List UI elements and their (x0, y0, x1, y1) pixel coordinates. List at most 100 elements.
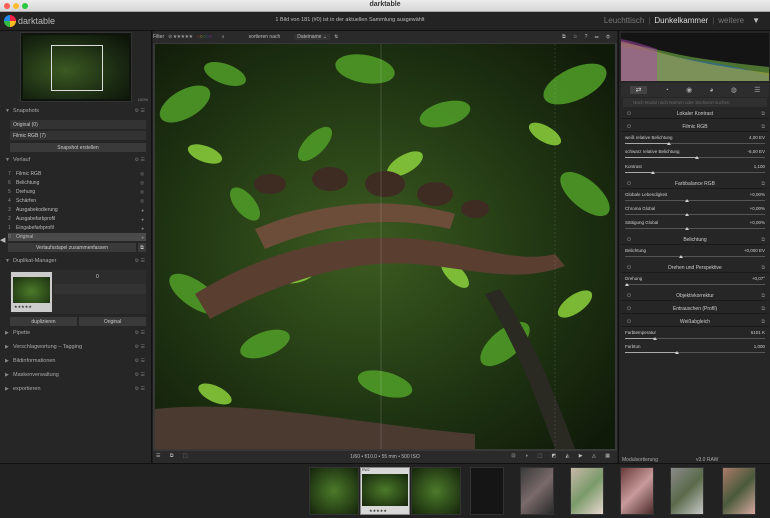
history-item[interactable]: 3 Ausgabekodierung ● (8, 206, 146, 214)
navigation-preview[interactable] (20, 32, 132, 102)
history-item[interactable]: 1 Eingabefarbprofil ● (8, 224, 146, 232)
filmstrip-thumbnail[interactable] (620, 467, 654, 515)
power-icon[interactable]: ⏻ (627, 237, 631, 243)
effects-modules-tab-icon[interactable]: ☰ (754, 86, 760, 94)
history-item[interactable]: 2 Ausgabefarbprofil ● (8, 215, 146, 223)
module-lens-correction[interactable]: ⏻ Objektivkorrektur ⧉ (621, 291, 769, 301)
view-more[interactable]: weitere (718, 16, 744, 25)
active-modules-tab-icon[interactable]: ⇄ (629, 86, 648, 94)
preset-icons[interactable]: ⚙ ☰ (135, 330, 145, 336)
rotation-slider[interactable]: Drehung +0,07° (625, 275, 765, 289)
duplicate-row[interactable]: ★★★★★ 0 (10, 270, 146, 314)
section-export[interactable]: ▶ exportieren ⚙ ☰ (5, 384, 147, 394)
module-rotate-perspective[interactable]: ⏻ Drehen und Perspektive ⧉ (621, 263, 769, 273)
history-item[interactable]: 6 Belichtung ◎ (8, 179, 146, 187)
sort-select[interactable]: Dateiname ⌄ (294, 34, 331, 40)
filmstrip-thumbnail[interactable] (570, 467, 604, 515)
module-exposure[interactable]: ⏻ Belichtung ⧉ (621, 235, 769, 245)
color-modules-tab-icon[interactable]: ◕ (709, 87, 713, 94)
color-filter[interactable]: ○○○○○ (197, 34, 212, 40)
compress-history-button[interactable]: Verlaufsstapel zusammenfassen (8, 243, 136, 252)
presets-icon[interactable]: ⧉ (761, 124, 765, 130)
global-chroma-slider[interactable]: Chroma Global +0,00% (625, 205, 765, 219)
correction-modules-tab-icon[interactable]: ◍ (731, 86, 737, 94)
sort-order-icon[interactable]: ⇅ (334, 34, 338, 40)
snapshot-item[interactable]: Original (0) (10, 120, 146, 129)
module-denoise-profiled[interactable]: ⏻ Entrauschen (Profil) ⧉ (621, 304, 769, 314)
preset-icons[interactable]: ⚙ ☰ (135, 157, 145, 163)
module-local-contrast[interactable]: ⏻ Lokaler Kontrast ⧉ (621, 109, 769, 119)
module-color-balance[interactable]: ⏻ Farbbalance RGB ⧉ (621, 179, 769, 189)
presets-icon[interactable]: ⧉ (761, 306, 765, 312)
presets-icon[interactable]: ⧉ (761, 111, 765, 117)
history-header[interactable]: ▼ Verlauf ⚙ ☰ (5, 155, 147, 165)
navigation-viewport-rect[interactable] (51, 45, 103, 91)
section-mask-manager[interactable]: ▶ Maskenverwaltung ⚙ ☰ (5, 370, 147, 380)
filmstrip-thumbnail[interactable] (309, 467, 359, 515)
power-icon[interactable]: ⏻ (627, 124, 631, 130)
base-modules-tab-icon[interactable]: ◔ (665, 87, 669, 94)
collapse-left-panel-icon[interactable]: ◀ (0, 236, 5, 244)
snapshots-header[interactable]: ▼ Snapshots ⚙ ☰ (5, 106, 147, 116)
search-icon[interactable]: ⌕ (222, 34, 225, 40)
module-order[interactable]: Modulsortierung v3.0 RAW (622, 457, 768, 463)
global-saturation-slider[interactable]: Sättigung Global +0,00% (625, 219, 765, 233)
snapshot-item[interactable]: Filmic RGB (7) (10, 131, 146, 140)
filmstrip-thumbnail[interactable] (470, 467, 504, 515)
histogram[interactable] (621, 33, 769, 81)
global-vibrance-slider[interactable]: Globale Lebendigkeit +0,00% (625, 191, 765, 205)
tint-slider[interactable]: Farbton 1,000 (625, 343, 765, 357)
create-snapshot-button[interactable]: Snapshot erstellen (10, 143, 146, 152)
filmstrip-thumbnail[interactable] (411, 467, 461, 515)
exposure-slider[interactable]: Belichtung +0,000 EV (625, 247, 765, 261)
history-item[interactable]: 7 Filmic RGB ◎ (8, 170, 146, 178)
history-item[interactable]: 4 Schärfen ◎ (8, 197, 146, 205)
preset-icons[interactable]: ⚙ ☰ (135, 372, 145, 378)
tone-modules-tab-icon[interactable]: ◉ (686, 86, 692, 94)
presets-icon[interactable]: ⧉ (761, 293, 765, 299)
white-exposure-slider[interactable]: weiß relative Belichtung 4,00 EV (625, 134, 765, 148)
history-style-icon[interactable]: ⧉ (138, 243, 146, 252)
filmstrip-thumbnail-selected[interactable]: RW2 ★★★★★ (360, 467, 410, 515)
temperature-slider[interactable]: Farbtemperatur 6101 K (625, 329, 765, 343)
presets-icon[interactable]: ⧉ (761, 181, 765, 187)
view-lighttable[interactable]: Leuchttisch (604, 16, 644, 25)
history-item[interactable]: 5 Drehung ◎ (8, 188, 146, 196)
preset-icons[interactable]: ⚙ ☰ (135, 344, 145, 350)
module-search-input[interactable]: Nach Modul nach Namen oder Stichwort suc… (623, 98, 767, 107)
module-white-balance[interactable]: ⏻ Weißabgleich ⧉ (621, 317, 769, 327)
black-exposure-slider[interactable]: schwarz relative Belichtung -6,00 EV (625, 148, 765, 162)
power-icon[interactable]: ⏻ (627, 293, 631, 299)
duplicates-header[interactable]: ▼ Duplikat-Manager ⚙ ☰ (5, 256, 147, 266)
duplicate-thumbnail[interactable]: ★★★★★ (11, 272, 52, 312)
filmstrip-thumbnail[interactable] (520, 467, 554, 515)
history-item-selected[interactable]: 0 Original ● (8, 233, 146, 241)
filmstrip-thumbnail[interactable] (722, 467, 756, 515)
presets-icon[interactable]: ⧉ (761, 237, 765, 243)
preset-icons[interactable]: ⚙ ☰ (135, 108, 145, 114)
power-icon[interactable]: ⏻ (627, 181, 631, 187)
filmstrip-thumbnail[interactable] (670, 467, 704, 515)
contrast-slider[interactable]: Kontrast 1,100 (625, 163, 765, 177)
original-button[interactable]: Original (79, 317, 146, 326)
section-tagging[interactable]: ▶ Verschlagwortung – Tagging ⚙ ☰ (5, 342, 147, 352)
power-icon[interactable]: ⏻ (627, 265, 631, 271)
power-icon[interactable]: ⏻ (627, 306, 631, 312)
section-image-info[interactable]: ▶ Bildinformationen ⚙ ☰ (5, 356, 147, 366)
presets-icon[interactable]: ⧉ (761, 265, 765, 271)
power-icon[interactable]: ⏻ (627, 319, 631, 325)
duplicate-button[interactable]: duplizieren (10, 317, 77, 326)
preset-icons[interactable]: ⚙ ☰ (135, 358, 145, 364)
presets-icon[interactable]: ⧉ (761, 319, 765, 325)
main-photo[interactable] (155, 44, 615, 449)
power-icon[interactable]: ⏻ (627, 111, 631, 117)
preset-icons[interactable]: ⚙ ☰ (135, 258, 145, 264)
section-color-picker[interactable]: ▶ Pipette ⚙ ☰ (5, 328, 147, 338)
chevron-down-icon[interactable]: ▼ (752, 16, 760, 25)
view-darkroom[interactable]: Dunkelkammer (654, 16, 708, 25)
preset-icons[interactable]: ⚙ ☰ (135, 386, 145, 392)
toolbar-icons[interactable]: ⧉ ☆ ? ▭ ⚙ (562, 34, 613, 40)
rating-filter[interactable]: ⊘ ★★★★★ (168, 34, 193, 40)
navigation-zoom[interactable]: 100% (138, 97, 148, 102)
view-tools-icons[interactable]: ⊡ ◑ ⬚ ◩ ◭ ▶ ◬ ▦ (511, 453, 614, 459)
